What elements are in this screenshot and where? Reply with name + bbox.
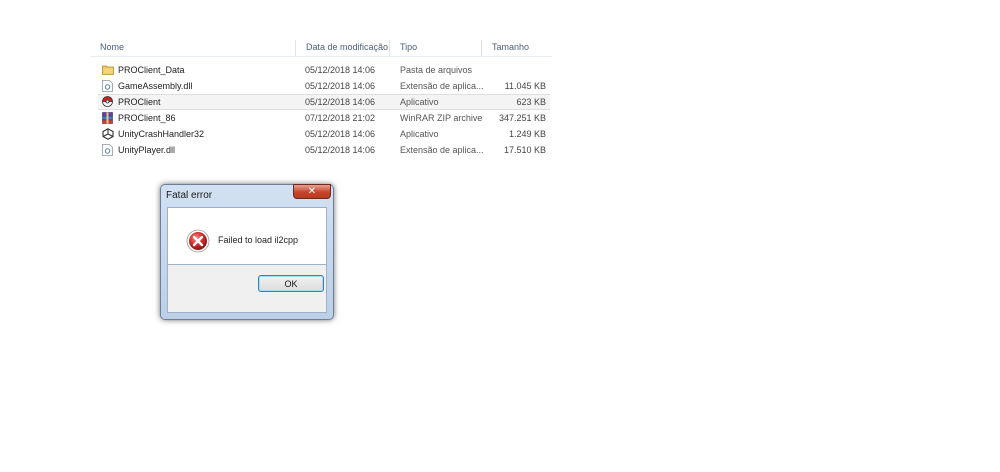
file-name: PROClient [118, 97, 161, 107]
file-size: 347.251 KB [498, 113, 546, 123]
column-header-type[interactable]: Tipo [389, 40, 481, 56]
file-name: UnityCrashHandler32 [118, 129, 205, 139]
file-size: 17.510 KB [503, 145, 546, 155]
file-type: Aplicativo [400, 97, 439, 107]
error-message: Failed to load il2cpp [218, 235, 299, 245]
column-header-size[interactable]: Tamanho [481, 40, 552, 56]
file-date: 07/12/2018 21:02 [305, 113, 376, 123]
file-date: 05/12/2018 14:06 [305, 145, 376, 155]
folder-icon [102, 62, 114, 78]
file-type: Pasta de arquivos [400, 65, 473, 75]
ok-button[interactable]: OK [258, 275, 324, 292]
file-size: 11.045 KB [504, 81, 546, 91]
file-row-selected[interactable]: PROClient 05/12/2018 14:06 Aplicativo 62… [98, 94, 550, 110]
file-row[interactable]: UnityPlayer.dll 05/12/2018 14:06 Extensã… [98, 142, 550, 158]
file-name: GameAssembly.dll [118, 81, 193, 91]
dll-file-icon [102, 78, 114, 94]
dialog-footer: OK [167, 265, 327, 313]
file-name: PROClient_86 [118, 113, 176, 123]
fatal-error-dialog: Fatal error ✕ Failed to load il2cpp OK [160, 184, 334, 320]
file-type: WinRAR ZIP archive [400, 113, 483, 123]
file-date: 05/12/2018 14:06 [305, 97, 376, 107]
file-name: PROClient_Data [118, 65, 185, 75]
pokeball-icon [102, 95, 114, 111]
error-icon [186, 229, 210, 255]
file-row[interactable]: GameAssembly.dll 05/12/2018 14:06 Extens… [98, 78, 550, 94]
winrar-archive-icon [102, 110, 114, 126]
unity-icon [102, 126, 114, 142]
close-icon: ✕ [307, 186, 317, 197]
file-row[interactable]: PROClient_86 07/12/2018 21:02 WinRAR ZIP… [98, 110, 550, 126]
file-row[interactable]: PROClient_Data 05/12/2018 14:06 Pasta de… [98, 62, 550, 78]
column-header-row: Nome Data de modificação Tipo Tamanho [90, 40, 552, 57]
dialog-body: Failed to load il2cpp [167, 207, 327, 265]
file-type: Extensão de aplica... [400, 145, 484, 155]
file-size: 1.249 KB [508, 129, 546, 139]
file-date: 05/12/2018 14:06 [305, 81, 376, 91]
file-name: UnityPlayer.dll [118, 145, 176, 155]
file-type: Extensão de aplica... [400, 81, 484, 91]
column-header-date[interactable]: Data de modificação [295, 40, 389, 56]
file-date: 05/12/2018 14:06 [305, 129, 376, 139]
file-row[interactable]: UnityCrashHandler32 05/12/2018 14:06 Apl… [98, 126, 550, 142]
file-type: Aplicativo [400, 129, 439, 139]
column-header-name[interactable]: Nome [90, 40, 295, 56]
dll-file-icon [102, 142, 114, 158]
file-size: 623 KB [516, 97, 546, 107]
file-date: 05/12/2018 14:06 [305, 65, 376, 75]
dialog-title: Fatal error [166, 190, 213, 201]
close-button[interactable]: ✕ [293, 184, 331, 199]
